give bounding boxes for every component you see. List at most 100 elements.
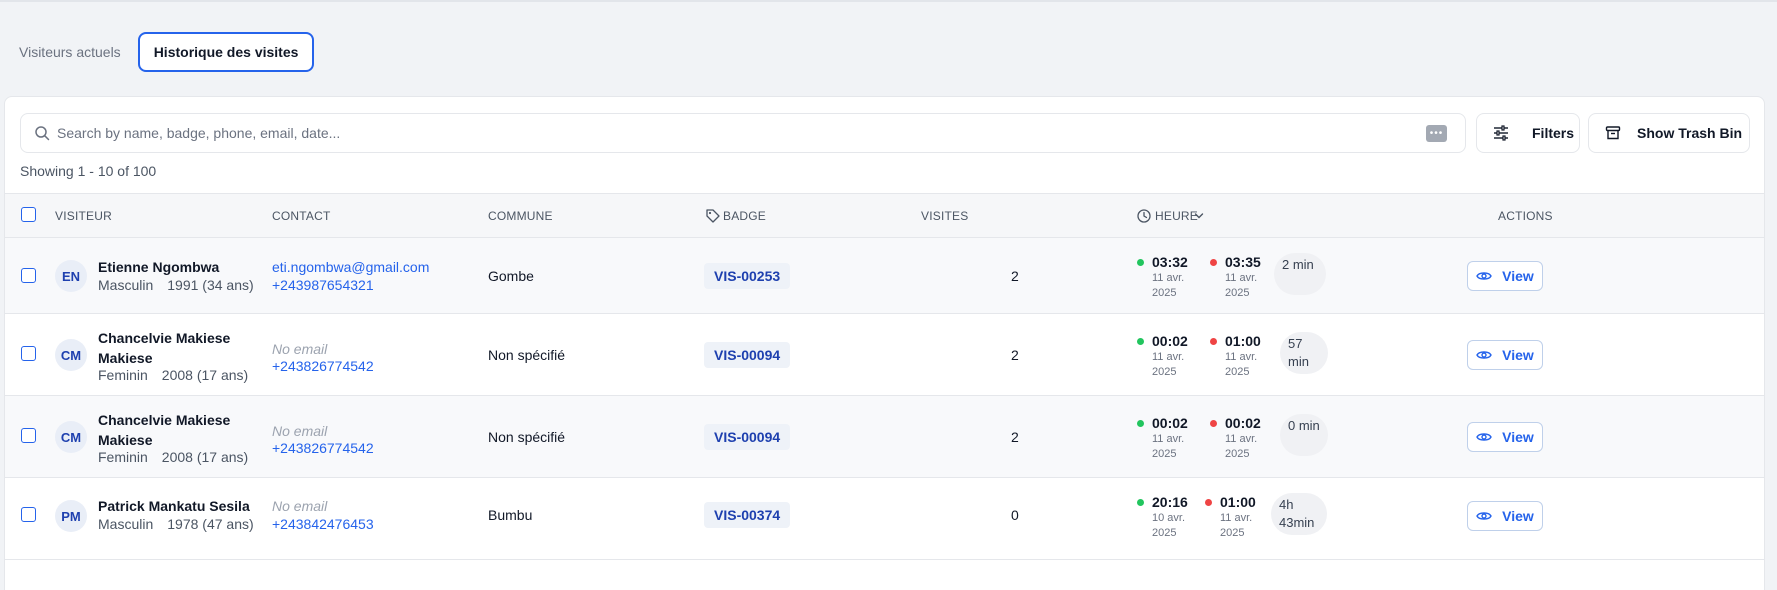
view-button[interactable]: View (1467, 261, 1543, 291)
visitor-badge: VIS-00094 (704, 342, 791, 368)
view-label: View (1502, 268, 1534, 284)
contact-phone[interactable]: +243826774542 (272, 439, 374, 457)
visitor-badge: VIS-00253 (704, 263, 791, 289)
visitor-details: Feminin 2008 (17 ans) (98, 366, 248, 384)
row-checkbox[interactable] (21, 346, 36, 361)
check-out-time: 01:00 11 avr. 2025 (1205, 493, 1265, 541)
check-in-hour: 00:02 (1137, 332, 1197, 350)
row-checkbox[interactable] (21, 507, 36, 522)
visitor-details: Masculin 1991 (34 ans) (98, 276, 254, 294)
eye-icon (1476, 272, 1492, 280)
column-visits: VISITES (921, 209, 969, 223)
contact-email[interactable]: eti.ngombwa@gmail.com (272, 258, 429, 276)
check-out-time: 03:35 11 avr. 2025 (1210, 253, 1270, 301)
visits-card: ••• Filters Show Trash Bin Showing 1 - 1… (4, 96, 1765, 590)
visitor-name: Chancelvie Makiese Makiese (98, 330, 231, 366)
filters-button[interactable]: Filters (1476, 113, 1580, 153)
contact-email: No email (272, 498, 328, 514)
visit-duration: 4h 43min (1271, 493, 1327, 535)
view-button[interactable]: View (1467, 422, 1543, 452)
check-out-hour: 01:00 (1210, 332, 1270, 350)
view-button[interactable]: View (1467, 501, 1543, 531)
check-in-date: 11 avr. 2025 (1152, 433, 1185, 460)
commune: Non spécifié (488, 429, 566, 445)
visit-count: 0 (1011, 507, 1019, 523)
check-out-date: 11 avr. 2025 (1225, 433, 1258, 460)
check-in-date: 10 avr. 2025 (1152, 512, 1186, 539)
check-out-date: 11 avr. 2025 (1225, 272, 1258, 299)
table-row: PM Patrick Mankatu Sesila Masculin 1978 … (5, 478, 1764, 560)
tab-current-visitors[interactable]: Visiteurs actuels (10, 34, 130, 70)
view-tabs: Visiteurs actuels Historique des visites (10, 32, 315, 72)
visitor-gender: Feminin (98, 367, 148, 383)
view-label: View (1502, 429, 1534, 445)
visitor-name: Patrick Mankatu Sesila (98, 498, 250, 514)
visit-count: 2 (1011, 347, 1019, 363)
avatar: EN (55, 260, 87, 292)
column-commune: COMMUNE (488, 209, 553, 223)
eye-icon (1476, 433, 1492, 441)
column-badge: BADGE (723, 209, 767, 223)
check-in-time: 00:02 11 avr. 2025 (1137, 332, 1197, 380)
avatar: CM (55, 421, 87, 453)
contact-phone[interactable]: +243842476453 (272, 515, 374, 533)
check-in-date: 11 avr. 2025 (1152, 351, 1185, 378)
check-out-time: 00:02 11 avr. 2025 (1210, 414, 1270, 462)
visitor-birth: 2008 (17 ans) (161, 367, 249, 383)
search-bar: ••• (20, 113, 1466, 153)
table-row: CM Chancelvie Makiese Makiese Feminin 20… (5, 314, 1764, 396)
row-checkbox[interactable] (21, 268, 36, 283)
tab-visit-history[interactable]: Historique des visites (137, 32, 315, 72)
visitor-birth: 1978 (47 ans) (167, 516, 254, 532)
column-visitor: VISITEUR (55, 209, 112, 223)
trash-bin-icon (1605, 126, 1621, 140)
table-header: VISITEUR CONTACT COMMUNE BADGE VISITES H… (5, 193, 1764, 238)
visitor-details: Masculin 1978 (47 ans) (98, 515, 254, 533)
visit-duration: 57 min (1280, 332, 1328, 374)
check-in-date: 11 avr. 2025 (1152, 272, 1185, 299)
clock-icon (1137, 209, 1151, 223)
search-icon (35, 126, 50, 141)
password-manager-icon[interactable]: ••• (1426, 125, 1447, 142)
check-out-date: 11 avr. 2025 (1220, 512, 1253, 539)
check-in-hour: 03:32 (1137, 253, 1197, 271)
pagination-summary: Showing 1 - 10 of 100 (20, 163, 157, 179)
check-in-time: 00:02 11 avr. 2025 (1137, 414, 1197, 462)
commune: Non spécifié (488, 347, 566, 363)
column-actions: ACTIONS (1498, 209, 1553, 223)
table-row: CM Chancelvie Makiese Makiese Feminin 20… (5, 396, 1764, 478)
check-out-hour: 00:02 (1210, 414, 1270, 432)
visitor-birth: 1991 (34 ans) (167, 277, 254, 293)
contact-email: No email (272, 423, 328, 439)
column-time[interactable]: HEURE (1155, 209, 1198, 223)
column-contact: CONTACT (272, 209, 331, 223)
table-row: EN Etienne Ngombwa Masculin 1991 (34 ans… (5, 238, 1764, 314)
visit-duration: 0 min (1280, 414, 1328, 456)
check-in-hour: 20:16 (1137, 493, 1197, 511)
contact-phone[interactable]: +243987654321 (272, 276, 374, 294)
view-button[interactable]: View (1467, 340, 1543, 370)
select-all-checkbox[interactable] (21, 207, 36, 222)
contact-phone[interactable]: +243826774542 (272, 357, 374, 375)
search-input[interactable] (57, 114, 1407, 152)
avatar: CM (55, 339, 87, 371)
visit-count: 2 (1011, 268, 1019, 284)
contact-email: No email (272, 341, 328, 357)
visit-duration: 2 min (1274, 253, 1326, 295)
visitor-name: Etienne Ngombwa (98, 259, 220, 275)
top-divider (0, 0, 1777, 2)
visitor-details: Feminin 2008 (17 ans) (98, 448, 248, 466)
check-out-hour: 01:00 (1205, 493, 1265, 511)
check-out-hour: 03:35 (1210, 253, 1270, 271)
visitor-badge: VIS-00374 (704, 502, 791, 528)
check-in-hour: 00:02 (1137, 414, 1197, 432)
visit-count: 2 (1011, 429, 1019, 445)
avatar: PM (55, 500, 87, 532)
tag-icon (706, 209, 720, 223)
sliders-icon (1494, 125, 1508, 141)
eye-icon (1476, 512, 1492, 520)
row-checkbox[interactable] (21, 428, 36, 443)
show-trash-bin-button[interactable]: Show Trash Bin (1588, 113, 1750, 153)
chevron-down-icon[interactable] (1194, 211, 1204, 221)
visitor-birth: 2008 (17 ans) (161, 449, 249, 465)
